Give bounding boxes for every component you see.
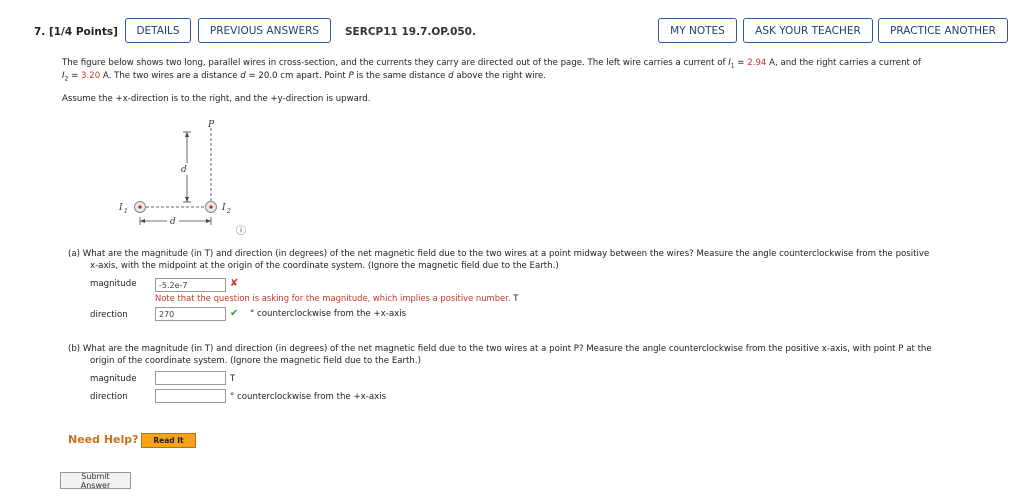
part-b-direction-unit: ° counterclockwise from the +x-axis [230,392,387,402]
submit-answer-button[interactable]: Submit Answer [60,472,131,490]
problem-text: A, and the right carries a current of [766,58,921,68]
right-wire-current-dot [209,205,213,209]
practice-another-button[interactable]: PRACTICE ANOTHER [878,18,1008,43]
part-a-question-line-2: x-axis, with the midpoint at the origin … [90,261,559,271]
part-b-question-line-1: (b) What are the magnitude (in T) and di… [68,344,932,354]
current-2-label: I [221,203,226,213]
part-a-direction-input[interactable] [155,307,226,321]
current-2-value: 3.20 [81,71,101,81]
part-a-question-line-1: (a) What are the magnitude (in T) and di… [68,249,930,259]
vertical-dimension-arrow [185,197,189,202]
horizontal-dimension-arrow [140,219,145,223]
vertical-distance-label: d [181,165,187,175]
problem-text-line-2: I2 = 3.20 A. The two wires are a distanc… [62,71,546,83]
current-1-value: 2.94 [747,58,767,68]
my-notes-button[interactable]: MY NOTES [658,18,737,43]
assumption-text: Assume the +x-direction is to the right,… [62,94,371,104]
incorrect-icon: ✘ [230,278,239,289]
horizontal-distance-label: d [170,217,176,227]
ask-your-teacher-button[interactable]: ASK YOUR TEACHER [743,18,873,43]
problem-text: A. The two wires are a distance [100,71,241,81]
problem-text: The figure below shows two long, paralle… [62,58,729,68]
question-number: 7. [1/4 Points] [34,26,118,38]
part-a-feedback-line: Note that the question is asking for the… [155,293,518,303]
problem-text-line-1: The figure below shows two long, paralle… [62,58,921,70]
question-code: SERCP11 19.7.OP.050. [345,26,476,38]
previous-answers-button[interactable]: PREVIOUS ANSWERS [198,18,331,43]
info-icon[interactable]: ⓘ [236,222,246,237]
part-b-magnitude-unit: T [230,374,236,384]
need-help-label: Need Help? [68,433,139,446]
details-button[interactable]: DETAILS [125,18,191,43]
feedback-note: Note that the question is asking for the… [155,293,511,303]
part-b-direction-input[interactable] [155,389,226,403]
current-2-label-subscript: 2 [226,208,231,215]
vertical-dimension-arrow [185,132,189,137]
correct-icon: ✔ [230,308,239,319]
problem-text: is the same distance [353,71,449,81]
part-a-direction-label: direction [90,310,128,320]
part-a-magnitude-input[interactable] [155,278,226,292]
part-b-direction-label: direction [90,392,128,402]
point-p-label: P [207,120,215,130]
part-a-magnitude-label: magnitude [90,279,137,289]
equals-sign: = [68,71,82,81]
part-a-magnitude-unit: T [513,293,519,303]
part-a-direction-unit: ° counterclockwise from the +x-axis [250,309,407,319]
wire-diagram: P d d I 1 I 2 [118,120,231,227]
equals-sign: = [734,58,748,68]
part-b-question-line-2: origin of the coordinate system. (Ignore… [90,356,421,366]
problem-text: above the right wire. [453,71,546,81]
left-wire-current-dot [138,205,142,209]
wires-figure: P d d I 1 I 2 [118,120,231,227]
read-it-button[interactable]: Read It [141,433,196,448]
current-1-label-subscript: 1 [124,208,128,215]
problem-text: = 20.0 cm apart. Point [245,71,349,81]
current-1-label: I [118,203,123,213]
horizontal-dimension-arrow [206,219,211,223]
part-b-magnitude-input[interactable] [155,371,226,385]
part-b-magnitude-label: magnitude [90,374,137,384]
